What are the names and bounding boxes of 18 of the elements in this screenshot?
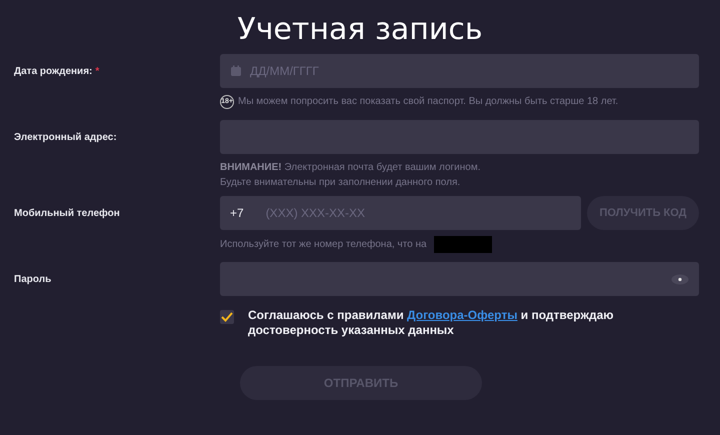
offer-link[interactable]: Договора-Оферты (407, 308, 518, 322)
hint-text: ВНИМАНИЕ! Электронная почта будет вашим логином. (220, 161, 480, 175)
hint-text: Используйте тот же номер телефона, что на (220, 238, 427, 252)
field-label: Электронный адрес: (13, 132, 117, 145)
required-mark: * (95, 66, 100, 77)
hint-text: Будьте внимательны при заполнении данного поля. (220, 176, 460, 190)
email-field[interactable] (220, 120, 699, 154)
field-label: Дата рождения: * (13, 66, 100, 79)
field-label: Мобильный телефон (13, 208, 120, 221)
page-title: Учетная запись (236, 11, 484, 48)
eye-icon[interactable] (671, 274, 689, 284)
field-label: Пароль (13, 274, 52, 287)
hint-text: Мы можем попросить вас показать свой паспорт. Вы должны быть старше 18 лет. (238, 95, 618, 109)
agreement-checkbox[interactable] (220, 310, 234, 324)
country-code: +7 (230, 206, 244, 220)
calendar-icon (230, 65, 242, 77)
password-field[interactable] (220, 262, 699, 296)
agreement-text: Соглашаюсь с правилами Договора-Оферты и подтверждаю достоверность указанных данных (248, 308, 615, 338)
